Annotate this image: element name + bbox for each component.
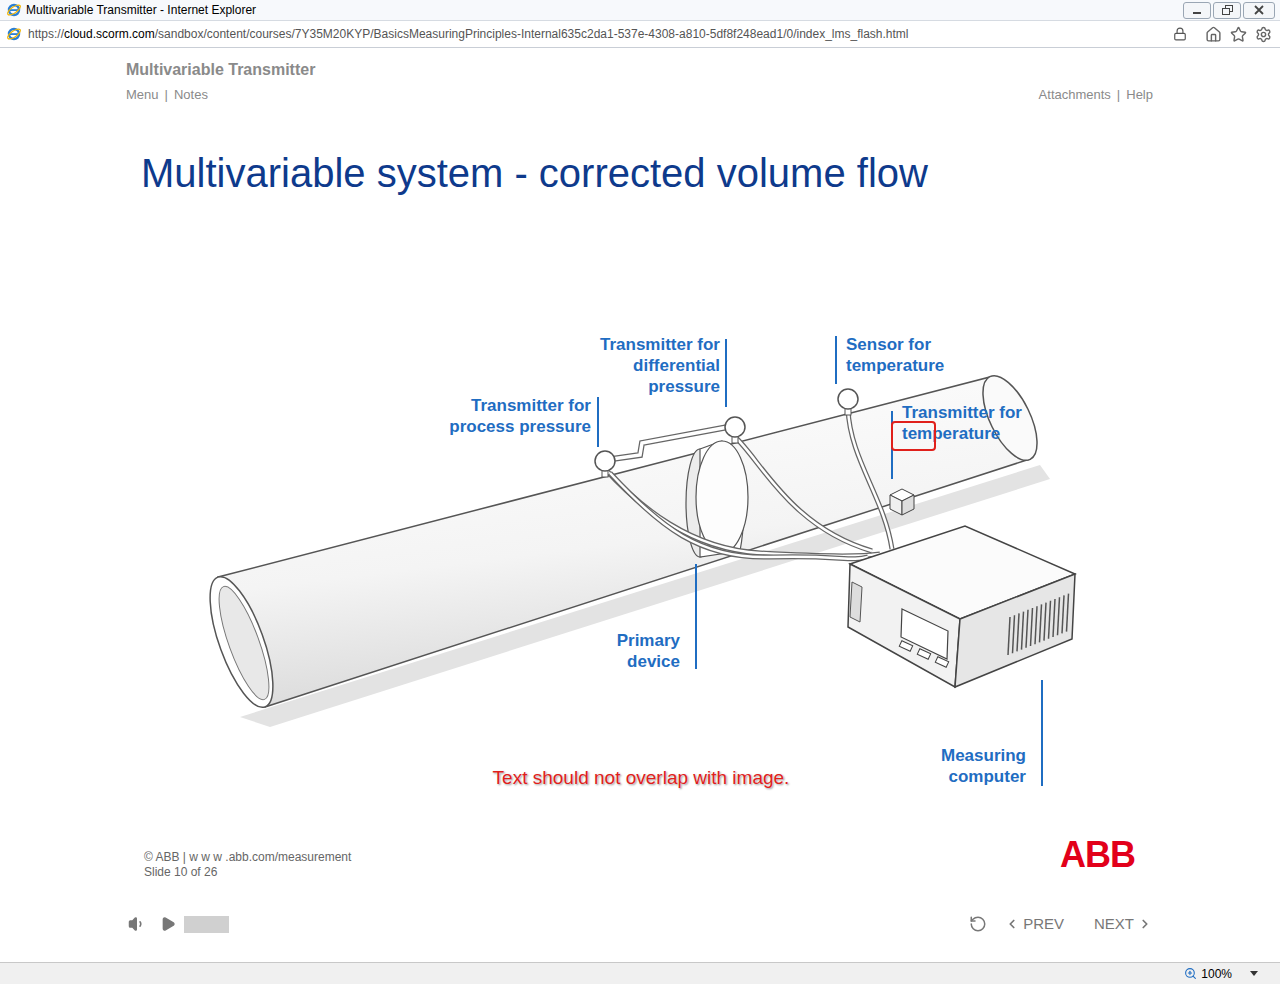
nav-link[interactable]: Menu bbox=[126, 88, 159, 102]
close-button[interactable] bbox=[1243, 2, 1275, 19]
replay-icon[interactable] bbox=[969, 915, 987, 933]
course-nav-left: Menu|Notes bbox=[126, 88, 208, 102]
slide-counter: Slide 10 of 26 bbox=[144, 865, 351, 880]
leader-line bbox=[597, 397, 599, 447]
diagram-label: Transmitter forprocess pressure bbox=[401, 395, 591, 437]
course-nav-right: Attachments|Help bbox=[1039, 88, 1153, 102]
volume-icon[interactable] bbox=[128, 915, 146, 933]
course-header: Multivariable Transmitter Menu|Notes Attac… bbox=[0, 48, 1280, 102]
highlight-box bbox=[891, 421, 936, 451]
restore-icon bbox=[1222, 5, 1233, 15]
player-bar: PREV NEXT bbox=[0, 909, 1280, 939]
play-icon[interactable] bbox=[160, 916, 176, 932]
title-bar: Multivariable Transmitter - Internet Exp… bbox=[0, 0, 1280, 21]
prev-button[interactable]: PREV bbox=[1005, 915, 1064, 933]
nav-link[interactable]: Attachments bbox=[1039, 88, 1111, 102]
leader-line bbox=[835, 336, 837, 384]
window-title: Multivariable Transmitter - Internet Exp… bbox=[26, 3, 256, 17]
url-field[interactable]: https://cloud.scorm.com/sandbox/content/… bbox=[28, 27, 909, 41]
chevron-right-icon bbox=[1138, 917, 1152, 931]
browser-window: Multivariable Transmitter - Internet Exp… bbox=[0, 0, 1280, 984]
copyright: © ABB | w w w .abb.com/measurement bbox=[144, 850, 351, 865]
nav-link[interactable]: Help bbox=[1126, 88, 1153, 102]
zoom-icon bbox=[1184, 967, 1197, 980]
slide-footer: © ABB | w w w .abb.com/measurementSlide … bbox=[0, 841, 1280, 880]
window-controls bbox=[1183, 2, 1280, 19]
pipe-diagram bbox=[0, 197, 1280, 797]
status-bar: 100% bbox=[0, 962, 1280, 984]
address-bar: https://cloud.scorm.com/sandbox/content/… bbox=[0, 21, 1280, 48]
chevron-left-icon bbox=[1005, 917, 1019, 931]
ie-icon bbox=[6, 26, 22, 42]
diagram-label: Primarydevice bbox=[540, 630, 680, 672]
home-icon[interactable] bbox=[1205, 26, 1222, 43]
lock-icon bbox=[1173, 27, 1187, 41]
nav-link[interactable]: Notes bbox=[174, 88, 208, 102]
dropdown-arrow-icon[interactable] bbox=[1250, 971, 1258, 976]
diagram-label: Transmitter fortemperature bbox=[902, 402, 1042, 444]
leader-line bbox=[1041, 680, 1043, 786]
zoom-level[interactable]: 100% bbox=[1201, 967, 1232, 981]
favorites-icon[interactable] bbox=[1230, 26, 1247, 43]
seek-bar[interactable] bbox=[184, 916, 229, 933]
course-title: Multivariable Transmitter bbox=[126, 61, 1153, 79]
abb-logo: ABB bbox=[1060, 837, 1135, 873]
close-icon bbox=[1254, 5, 1264, 15]
course-content: Multivariable Transmitter Menu|Notes Attac… bbox=[0, 48, 1280, 962]
slide-heading: Multivariable system - corrected volume … bbox=[0, 149, 1280, 197]
diagram-canvas: Transmitter forprocess pressureTransmitt… bbox=[0, 197, 1280, 797]
minimize-button[interactable] bbox=[1183, 2, 1211, 19]
settings-icon[interactable] bbox=[1255, 26, 1272, 43]
restore-button[interactable] bbox=[1213, 2, 1241, 19]
ie-icon bbox=[6, 2, 22, 18]
review-annotation: Text should not overlap with image. bbox=[441, 767, 841, 789]
minimize-icon bbox=[1192, 5, 1202, 15]
leader-line bbox=[695, 564, 697, 669]
diagram-label: Sensor fortemperature bbox=[846, 334, 996, 376]
diagram-label: Transmitter fordifferentialpressure bbox=[540, 334, 720, 397]
diagram-label: Measuringcomputer bbox=[866, 745, 1026, 787]
leader-line bbox=[725, 339, 727, 407]
next-button[interactable]: NEXT bbox=[1094, 915, 1152, 933]
